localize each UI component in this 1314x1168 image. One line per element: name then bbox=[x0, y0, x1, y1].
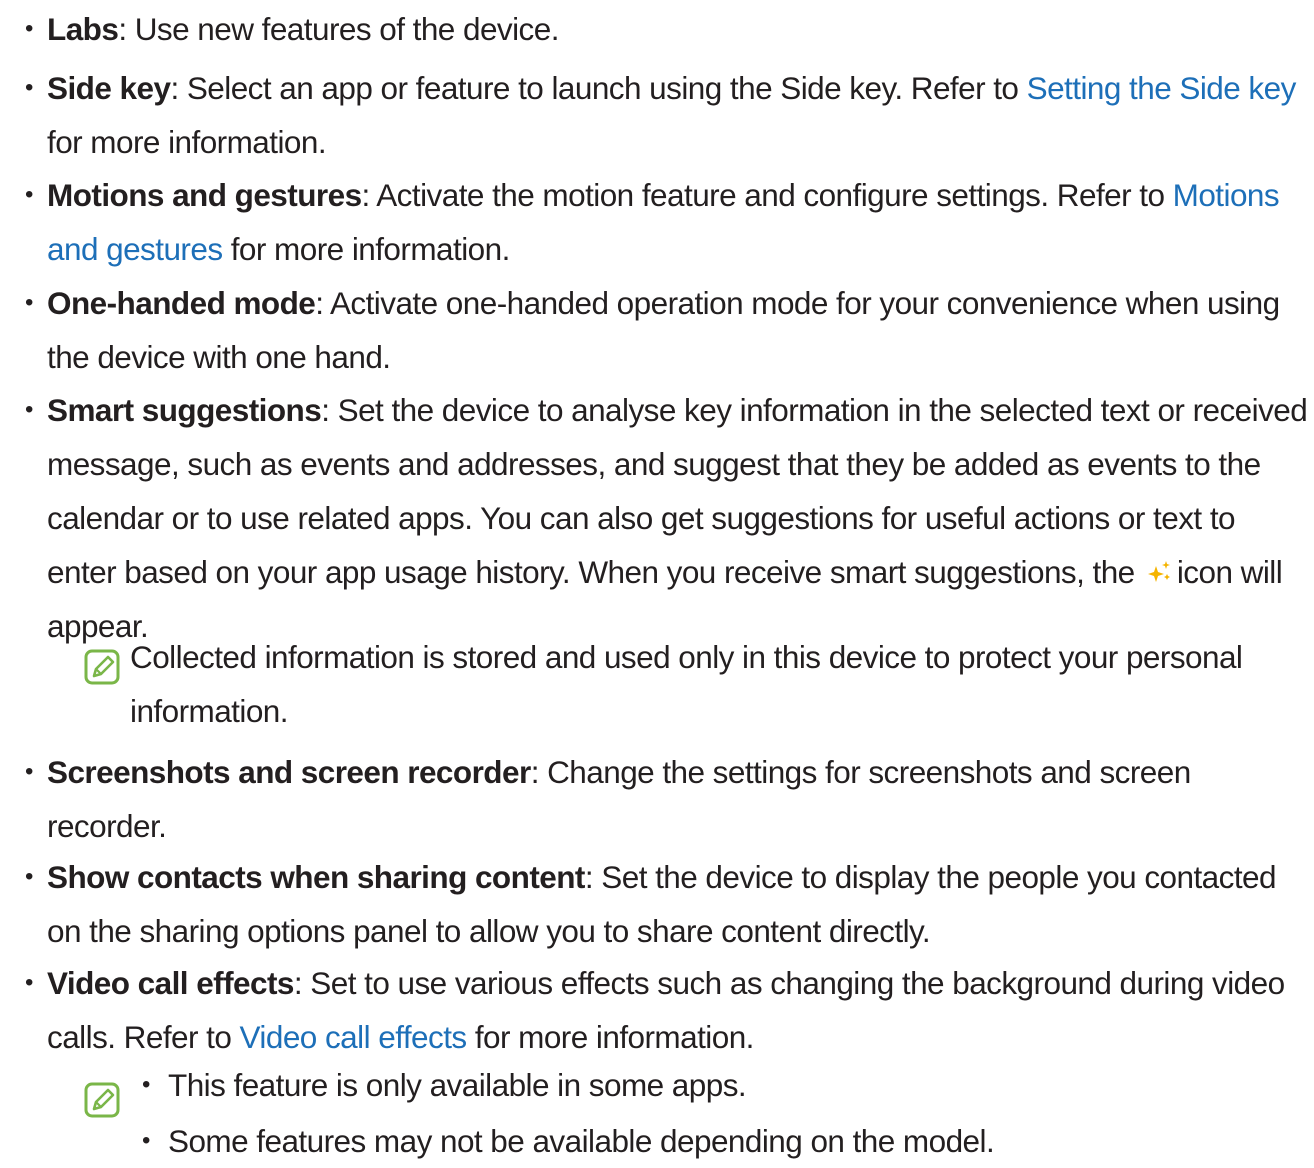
note-sub-item: This feature is only available in some a… bbox=[168, 1067, 747, 1103]
bullet: • bbox=[25, 863, 34, 890]
list-item-text: Screenshots and screen recorder: Change … bbox=[47, 745, 1309, 853]
list-item-text: Smart suggestions: Set the device to ana… bbox=[47, 383, 1309, 653]
term-video-call-effects: Video call effects bbox=[47, 965, 294, 1001]
note-pencil-icon bbox=[84, 1082, 120, 1118]
term-side-key: Side key bbox=[47, 70, 171, 106]
list-item-text: Side key: Select an app or feature to la… bbox=[47, 61, 1309, 169]
sparkle-icon bbox=[1147, 561, 1170, 582]
bullet: • bbox=[25, 758, 34, 785]
term-labs: Labs bbox=[47, 11, 119, 47]
term-screenshots-and-screen-recorder: Screenshots and screen recorder bbox=[47, 754, 531, 790]
link-setting-the-side-key[interactable]: Setting the Side key bbox=[1027, 70, 1297, 106]
term-smart-suggestions: Smart suggestions bbox=[47, 392, 322, 428]
link-video-call-effects[interactable]: Video call effects bbox=[240, 1019, 468, 1055]
document-page: • Labs: Use new features of the device. … bbox=[0, 0, 1314, 1162]
list-item-text: Motions and gestures: Activate the motio… bbox=[47, 168, 1309, 276]
bullet: • bbox=[25, 74, 34, 101]
term-motions-and-gestures: Motions and gestures bbox=[47, 177, 362, 213]
description: : Use new features of the device. bbox=[118, 11, 559, 47]
bullet: • bbox=[25, 181, 34, 208]
note-pencil-icon bbox=[84, 649, 120, 685]
list-item-text: One-handed mode: Activate one-handed ope… bbox=[47, 276, 1309, 384]
list-item-text: Video call effects: Set to use various e… bbox=[47, 956, 1309, 1064]
bullet: • bbox=[25, 969, 34, 996]
list-item-text: Show contacts when sharing content: Set … bbox=[47, 850, 1309, 958]
description: : Select an app or feature to launch usi… bbox=[170, 70, 1027, 106]
description-tail: for more information. bbox=[47, 124, 327, 160]
description-tail: for more information. bbox=[222, 231, 511, 267]
bullet: • bbox=[25, 289, 34, 316]
bullet: • bbox=[25, 15, 34, 42]
term-show-contacts: Show contacts when sharing content bbox=[47, 859, 585, 895]
description: : Activate the motion feature and config… bbox=[361, 177, 1173, 213]
term-one-handed-mode: One-handed mode bbox=[47, 285, 316, 321]
list-item-text: Labs: Use new features of the device. bbox=[47, 2, 1309, 56]
sub-bullet: • bbox=[142, 1071, 151, 1098]
note-sub-item: Some features may not be available depen… bbox=[168, 1123, 995, 1159]
bullet: • bbox=[25, 396, 34, 423]
note-text: Collected information is stored and used… bbox=[130, 639, 1243, 729]
sub-bullet: • bbox=[142, 1127, 151, 1154]
description-tail: for more information. bbox=[466, 1019, 755, 1055]
